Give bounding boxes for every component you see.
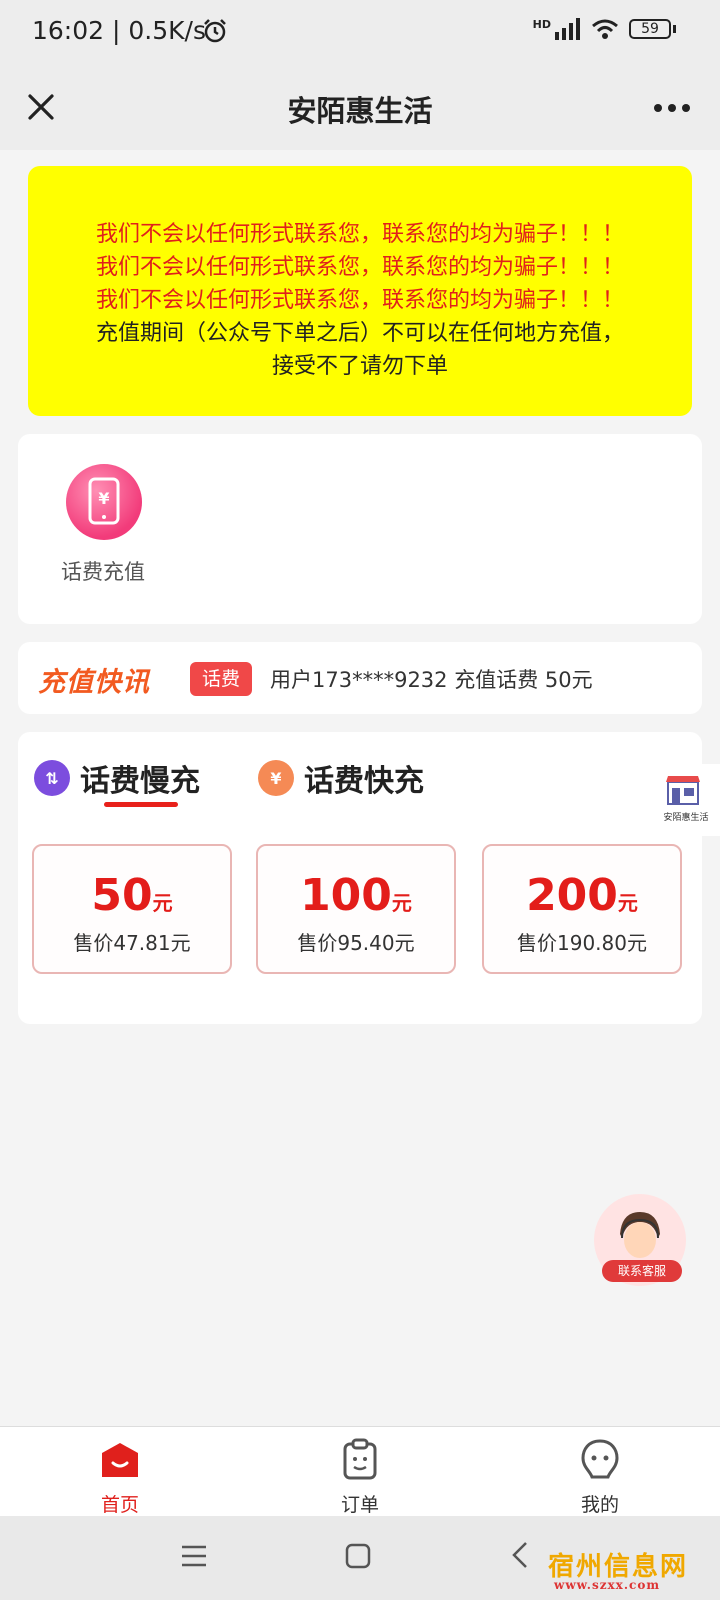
fast-recharge-icon: ¥: [258, 760, 294, 796]
contact-service-label: 联系客服: [602, 1260, 682, 1282]
page-title: 安陌惠生活: [287, 94, 433, 128]
active-tab-indicator: [104, 802, 178, 807]
battery-tip: [673, 25, 676, 33]
services-card: ¥ 话费充值: [18, 434, 702, 624]
wifi-icon: [592, 19, 618, 39]
info-line-2: 接受不了请勿下单: [271, 354, 448, 379]
menu-icon[interactable]: [180, 1542, 208, 1570]
tab-label: 话费快充: [304, 764, 424, 799]
shop-icon: [666, 776, 700, 805]
status-icons: HD 59: [533, 18, 676, 40]
slow-recharge-icon: ⇅: [34, 760, 70, 796]
option-amount: 50: [91, 870, 153, 921]
option-price: 售价95.40元: [297, 931, 415, 955]
nav-label: 首页: [100, 1494, 139, 1516]
shop-logo-text: 安陌惠生活: [663, 813, 709, 823]
home-square-icon[interactable]: [344, 1542, 372, 1570]
more-icon[interactable]: [644, 84, 700, 130]
svg-text:¥: ¥: [98, 489, 109, 508]
news-logo: 充值快讯: [38, 667, 150, 698]
option-price: 售价190.80元: [517, 931, 647, 955]
option-unit: 元: [617, 891, 638, 915]
recharge-card: ⇅ 话费慢充 ¥ 话费快充 50元 售价47.81元 100元 售价95.40元…: [18, 732, 702, 1024]
warning-line-2: 我们不会以任何形式联系您，联系您的均为骗子！！！: [95, 255, 624, 280]
shop-logo-float[interactable]: 安陌惠生活: [648, 764, 720, 836]
home-icon: [102, 1443, 138, 1477]
status-bar: 16:02 | 0.5K/s HD 59: [0, 0, 720, 66]
watermark: 宿州信息网 www.szxx.com: [548, 1546, 688, 1592]
news-text: 用户173****9232 充值话费 50元: [270, 668, 593, 692]
nav-orders[interactable]: 订单: [300, 1437, 420, 1517]
option-price: 售价47.81元: [73, 931, 191, 955]
tab-fast-recharge[interactable]: ¥ 话费快充: [258, 756, 424, 800]
back-icon[interactable]: [508, 1540, 532, 1570]
option-amount: 200: [526, 870, 618, 921]
tab-label: 话费慢充: [80, 764, 200, 799]
status-time: 16:02 | 0.5K/s: [32, 16, 206, 45]
nav-home[interactable]: 首页: [60, 1437, 180, 1517]
option-50[interactable]: 50元 售价47.81元: [32, 844, 232, 974]
bottom-nav: 首页 订单 我的: [0, 1426, 720, 1517]
recharge-news: 充值快讯 话费 用户173****9232 充值话费 50元: [18, 642, 702, 714]
nav-label: 订单: [340, 1494, 379, 1516]
news-badge: 话费: [190, 662, 252, 696]
option-unit: 元: [391, 891, 412, 915]
service-label-phone-recharge[interactable]: 话费充值: [48, 556, 158, 586]
hd-label: HD: [532, 17, 551, 31]
signal-icon: [555, 18, 580, 40]
contact-service-button[interactable]: 联系客服: [592, 1194, 692, 1290]
warning-line-1: 我们不会以任何形式联系您，联系您的均为骗子！！！: [95, 222, 624, 247]
option-amount: 100: [300, 870, 392, 921]
option-200[interactable]: 200元 售价190.80元: [482, 844, 682, 974]
title-bar: 安陌惠生活: [0, 66, 720, 150]
tab-slow-recharge[interactable]: ⇅ 话费慢充: [34, 756, 200, 800]
phone-recharge-icon[interactable]: ¥: [66, 464, 142, 540]
info-line-1: 充值期间（公众号下单之后）不可以在任何地方充值，: [95, 321, 624, 346]
option-unit: 元: [152, 891, 173, 915]
battery-icon: 59: [629, 19, 671, 39]
watermark-url: www.szxx.com: [554, 1578, 661, 1592]
warning-notice: 我们不会以任何形式联系您，联系您的均为骗子！！！ 我们不会以任何形式联系您，联系…: [28, 166, 692, 416]
nav-mine[interactable]: 我的: [540, 1437, 660, 1517]
nav-label: 我的: [580, 1494, 619, 1516]
orders-icon: [343, 1438, 377, 1480]
profile-icon: [581, 1439, 619, 1479]
warning-line-3: 我们不会以任何形式联系您，联系您的均为骗子！！！: [95, 288, 624, 313]
alarm-icon: [204, 19, 226, 43]
option-100[interactable]: 100元 售价95.40元: [256, 844, 456, 974]
